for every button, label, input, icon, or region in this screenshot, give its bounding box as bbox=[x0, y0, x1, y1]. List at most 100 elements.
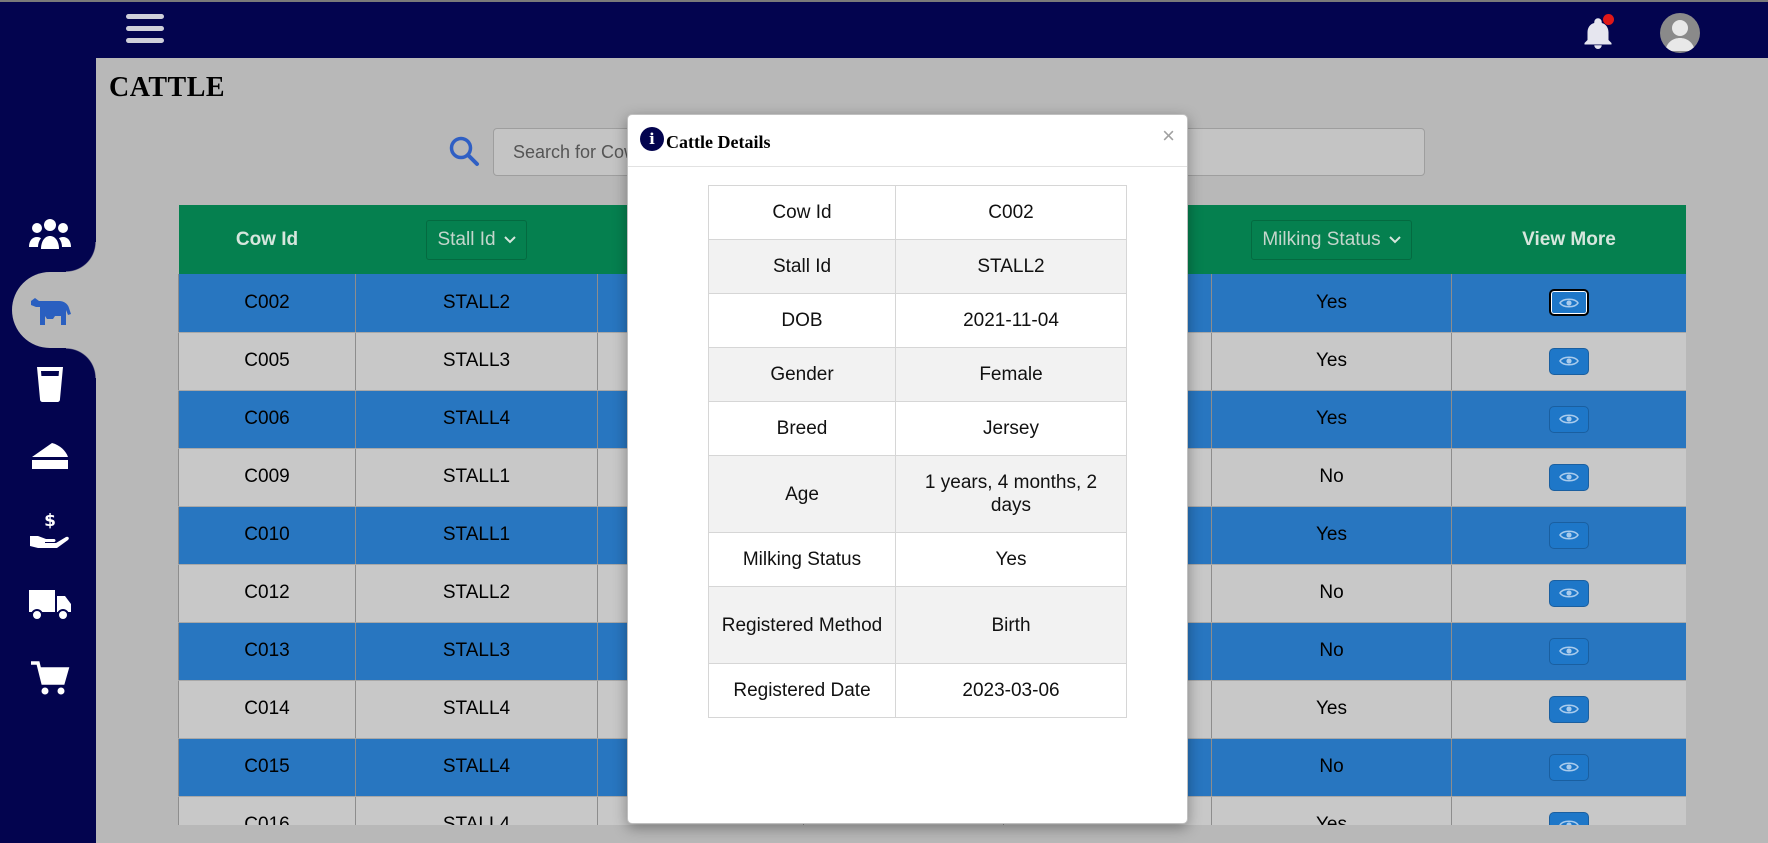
detail-row: Registered Method Birth bbox=[708, 586, 1127, 664]
detail-value: 1 years, 4 months, 2 days bbox=[895, 455, 1127, 533]
milking-status-cell: Yes bbox=[1211, 390, 1452, 449]
cow-id-cell: C015 bbox=[178, 738, 356, 797]
detail-value: 2021-11-04 bbox=[895, 293, 1127, 348]
cow-id-cell: C013 bbox=[178, 622, 356, 681]
view-more-button[interactable] bbox=[1549, 405, 1589, 433]
milking-status-filter-dropdown[interactable]: Milking Status bbox=[1251, 219, 1412, 260]
milking-status-cell: Yes bbox=[1211, 506, 1452, 565]
column-header-view-more: View More bbox=[1451, 205, 1686, 274]
detail-row: Gender Female bbox=[708, 347, 1127, 402]
detail-label: Age bbox=[708, 455, 896, 533]
sidebar-item-delivery[interactable] bbox=[22, 580, 78, 628]
page-title: CATTLE bbox=[109, 72, 226, 103]
milking-status-cell: Yes bbox=[1211, 796, 1452, 825]
view-more-button[interactable] bbox=[1549, 579, 1589, 607]
milking-status-cell: Yes bbox=[1211, 274, 1452, 333]
milking-status-cell: No bbox=[1211, 448, 1452, 507]
money-hand-icon: $ bbox=[30, 511, 69, 548]
sidebar-item-payments[interactable]: $ bbox=[22, 506, 78, 554]
view-more-button[interactable] bbox=[1549, 695, 1589, 723]
cow-id-cell: C014 bbox=[178, 680, 356, 739]
milking-status-cell: No bbox=[1211, 622, 1452, 681]
detail-value: Yes bbox=[895, 532, 1127, 587]
sidebar: $ bbox=[0, 58, 96, 843]
stall-id-cell: STALL3 bbox=[355, 332, 598, 391]
milking-status-cell: Yes bbox=[1211, 680, 1452, 739]
view-more-cell bbox=[1451, 506, 1686, 565]
eye-icon bbox=[1559, 414, 1579, 424]
view-more-button[interactable] bbox=[1549, 347, 1589, 375]
view-more-cell bbox=[1451, 274, 1686, 333]
stall-id-filter-dropdown[interactable]: Stall Id bbox=[426, 219, 527, 260]
cattle-details-table: Cow Id C002 Stall Id STALL2 DOB 2021-11-04 Gen… bbox=[708, 185, 1127, 718]
eye-icon bbox=[1559, 646, 1579, 656]
view-more-cell bbox=[1451, 564, 1686, 623]
sidebar-item-staff[interactable] bbox=[22, 210, 78, 258]
hamburger-menu-icon[interactable] bbox=[126, 14, 164, 48]
search-icon[interactable] bbox=[448, 135, 480, 167]
view-more-cell bbox=[1451, 332, 1686, 391]
view-more-cell bbox=[1451, 738, 1686, 797]
eye-icon bbox=[1559, 472, 1579, 482]
view-more-cell bbox=[1451, 796, 1686, 825]
eye-icon bbox=[1559, 762, 1579, 772]
bell-icon[interactable] bbox=[1580, 14, 1616, 52]
detail-label: Registered Date bbox=[708, 663, 896, 718]
detail-value: Birth bbox=[895, 586, 1127, 664]
milking-status-filter-label: Milking Status bbox=[1262, 228, 1381, 250]
stall-id-cell: STALL3 bbox=[355, 622, 598, 681]
detail-row: Stall Id STALL2 bbox=[708, 239, 1127, 294]
detail-label: Milking Status bbox=[708, 532, 896, 587]
detail-row: DOB 2021-11-04 bbox=[708, 293, 1127, 348]
view-more-button[interactable] bbox=[1549, 811, 1589, 825]
eye-icon bbox=[1559, 820, 1579, 825]
user-avatar-icon[interactable] bbox=[1660, 13, 1700, 53]
stall-id-cell: STALL4 bbox=[355, 796, 598, 825]
eye-icon bbox=[1559, 530, 1579, 540]
eye-icon bbox=[1559, 356, 1579, 366]
sidebar-item-cattle[interactable] bbox=[22, 286, 78, 334]
detail-label: Stall Id bbox=[708, 239, 896, 294]
view-more-button[interactable] bbox=[1549, 463, 1589, 491]
view-more-button[interactable] bbox=[1549, 521, 1589, 549]
cow-id-cell: C009 bbox=[178, 448, 356, 507]
cow-icon bbox=[31, 298, 71, 325]
view-more-button[interactable] bbox=[1549, 753, 1589, 781]
column-header-stall-id: Stall Id bbox=[355, 205, 598, 274]
view-more-button[interactable] bbox=[1549, 637, 1589, 665]
svg-text:$: $ bbox=[44, 511, 56, 531]
chevron-down-icon bbox=[1388, 235, 1401, 243]
milking-status-cell: No bbox=[1211, 564, 1452, 623]
close-icon[interactable]: × bbox=[1162, 125, 1175, 147]
detail-label: DOB bbox=[708, 293, 896, 348]
detail-value: 2023-03-06 bbox=[895, 663, 1127, 718]
view-more-button[interactable] bbox=[1549, 289, 1589, 317]
column-header-milking-status: Milking Status bbox=[1211, 205, 1452, 274]
column-header-cow-id: Cow Id bbox=[178, 205, 356, 274]
detail-label: Gender bbox=[708, 347, 896, 402]
stall-id-cell: STALL4 bbox=[355, 738, 598, 797]
stall-id-filter-label: Stall Id bbox=[437, 228, 496, 250]
cattle-details-modal: i Cattle Details × Cow Id C002 Stall Id STA… bbox=[627, 114, 1188, 824]
sidebar-item-milk[interactable] bbox=[22, 360, 78, 408]
users-group-icon bbox=[29, 219, 71, 249]
detail-label: Registered Method bbox=[708, 586, 896, 664]
detail-row: Registered Date 2023-03-06 bbox=[708, 663, 1127, 718]
stall-id-cell: STALL1 bbox=[355, 448, 598, 507]
detail-value: Female bbox=[895, 347, 1127, 402]
stall-id-cell: STALL1 bbox=[355, 506, 598, 565]
stall-id-cell: STALL2 bbox=[355, 274, 598, 333]
detail-value: Jersey bbox=[895, 401, 1127, 456]
cow-id-cell: C002 bbox=[178, 274, 356, 333]
cow-id-cell: C010 bbox=[178, 506, 356, 565]
milking-status-cell: Yes bbox=[1211, 332, 1452, 391]
modal-title: Cattle Details bbox=[666, 132, 771, 152]
stall-id-cell: STALL4 bbox=[355, 390, 598, 449]
detail-label: Cow Id bbox=[708, 185, 896, 240]
notification-dot bbox=[1603, 14, 1614, 25]
eye-icon bbox=[1559, 298, 1579, 308]
sidebar-item-shop[interactable] bbox=[22, 654, 78, 702]
sidebar-item-feed[interactable] bbox=[22, 432, 78, 480]
cow-id-cell: C006 bbox=[178, 390, 356, 449]
truck-icon bbox=[29, 590, 71, 621]
